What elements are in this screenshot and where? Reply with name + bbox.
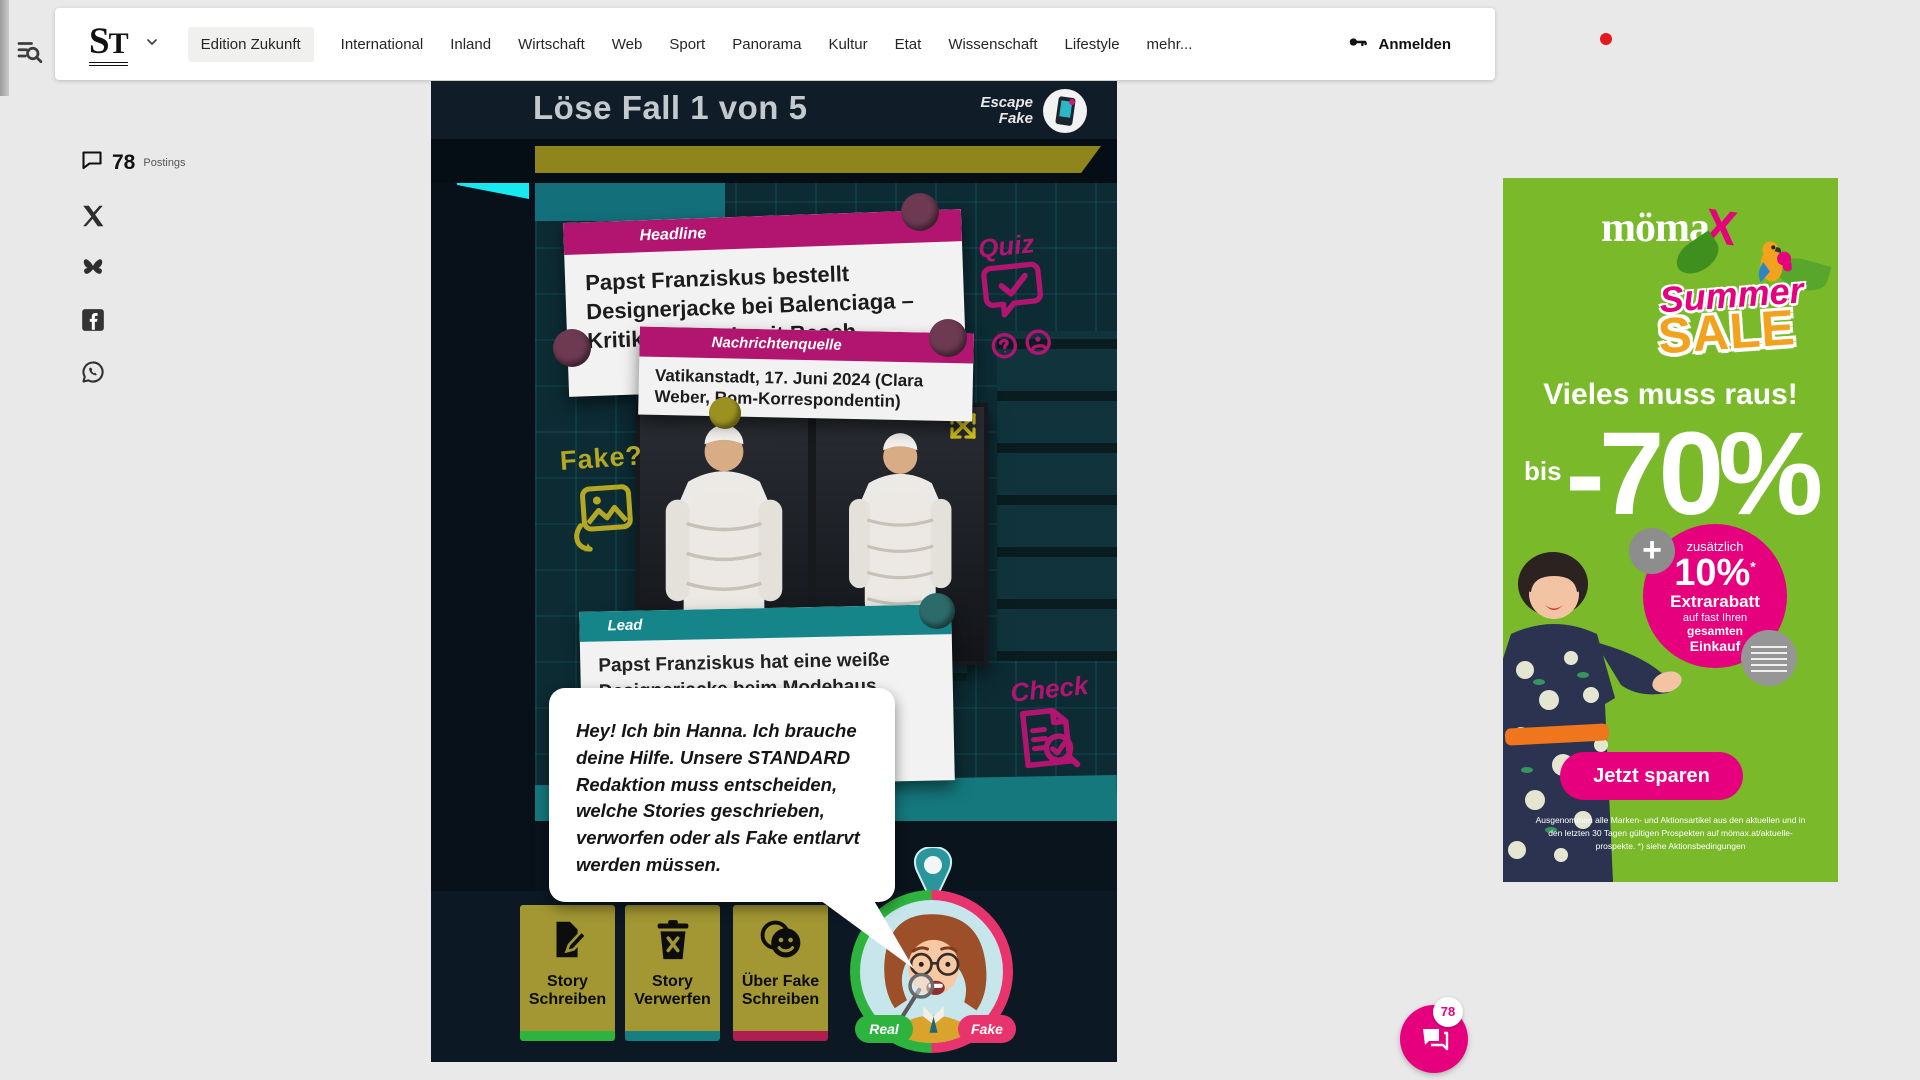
nav-item-panorama[interactable]: Panorama bbox=[732, 36, 801, 53]
extra-line3: Extrarabatt bbox=[1670, 592, 1760, 612]
ad-discount: bis-70% bbox=[1503, 418, 1838, 530]
check-group[interactable]: Check bbox=[1009, 669, 1109, 780]
ad-percent: -70% bbox=[1566, 408, 1817, 540]
image-check-icon bbox=[568, 480, 639, 558]
escape-fake-logo: Escape Fake bbox=[980, 87, 1089, 135]
fake-badge[interactable]: Fake bbox=[958, 1015, 1016, 1043]
nav-item-kultur[interactable]: Kultur bbox=[828, 36, 867, 53]
extra-line5: gesamten bbox=[1687, 624, 1743, 638]
real-badge[interactable]: Real bbox=[855, 1015, 913, 1043]
plus-icon: + bbox=[1629, 528, 1675, 574]
extra-line4: auf fast Ihren bbox=[1683, 612, 1747, 624]
notification-red-dot bbox=[1600, 33, 1612, 45]
circle-user-icon bbox=[1023, 327, 1054, 358]
comments-icon bbox=[80, 148, 104, 177]
summer-sale-badge: Summer SALE bbox=[1638, 230, 1837, 375]
share-facebook-icon[interactable] bbox=[80, 307, 106, 333]
nav-item-lifestyle[interactable]: Lifestyle bbox=[1065, 36, 1120, 53]
quiz-bubble-check-icon bbox=[980, 258, 1048, 324]
momax-ad-banner[interactable]: mömaX Summer SALE Vieles muss raus! bis-… bbox=[1503, 178, 1838, 882]
nav-item-etat[interactable]: Etat bbox=[895, 36, 922, 53]
news-source-card[interactable]: Nachrichtenquelle Vatikanstadt, 17. Juni… bbox=[638, 327, 974, 422]
action-dock: Story Schreiben Story Verwerfen Über Fak… bbox=[431, 891, 1117, 1062]
pin bbox=[919, 593, 955, 629]
write-story-button[interactable]: Story Schreiben bbox=[520, 905, 615, 1041]
escape-fake-game-embed: Löse Fall 1 von 5 Escape Fake Headline P… bbox=[431, 81, 1117, 1062]
extra-line2: 10%* bbox=[1674, 554, 1756, 592]
escape-fake-logo-line1: Escape bbox=[980, 95, 1033, 111]
login-button[interactable]: Anmelden bbox=[1347, 31, 1451, 57]
pin bbox=[929, 319, 967, 357]
game-title: Löse Fall 1 von 5 bbox=[533, 89, 807, 127]
comments-count-badge: 78 bbox=[1433, 997, 1463, 1027]
nav-item-international[interactable]: International bbox=[341, 36, 424, 53]
yellow-pin bbox=[709, 397, 741, 429]
nav-item-sport[interactable]: Sport bbox=[669, 36, 705, 53]
escape-fake-logo-mark bbox=[1041, 87, 1089, 135]
ad-legal-text: Ausgenommen alle Marken- und Aktionsarti… bbox=[1531, 814, 1810, 854]
nav-item-mehr[interactable]: mehr... bbox=[1147, 36, 1193, 53]
ad-bis: bis bbox=[1524, 456, 1562, 486]
key-icon bbox=[1347, 31, 1369, 57]
nav-item-web[interactable]: Web bbox=[612, 36, 643, 53]
quiz-group[interactable]: Quiz bbox=[977, 225, 1080, 362]
search-in-page-icon[interactable] bbox=[14, 36, 44, 66]
login-label: Anmelden bbox=[1378, 36, 1451, 53]
escape-fake-logo-line2: Fake bbox=[980, 111, 1033, 127]
standard-logo[interactable]: ST bbox=[89, 23, 128, 66]
news-source-text: Vatikanstadt, 17. Juni 2024 (Clara Weber… bbox=[638, 357, 973, 422]
extra-line6: Einkauf bbox=[1690, 638, 1741, 654]
circle-question-icon bbox=[989, 330, 1020, 361]
pin bbox=[553, 329, 591, 367]
postings-link[interactable]: 78 Postings bbox=[80, 148, 210, 177]
write-about-fake-label: Über Fake Schreiben bbox=[733, 973, 828, 1009]
nav-item-inland[interactable]: Inland bbox=[450, 36, 491, 53]
top-navbar: ST Edition Zukunft International Inland … bbox=[55, 8, 1495, 80]
nav-item-wirtschaft[interactable]: Wirtschaft bbox=[518, 36, 585, 53]
ad-cta-button[interactable]: Jetzt sparen bbox=[1560, 752, 1743, 800]
scene-shelf bbox=[997, 331, 1117, 661]
share-rail: 78 Postings bbox=[80, 148, 210, 385]
sale-word: SALE bbox=[1656, 298, 1797, 365]
postings-label: Postings bbox=[143, 157, 185, 169]
speech-bubble-tail bbox=[786, 881, 926, 971]
hanna-speech-bubble: Hey! Ich bin Hanna. Ich brauche deine Hi… bbox=[549, 688, 895, 902]
progress-bar bbox=[535, 146, 1101, 173]
scene-desk bbox=[535, 177, 725, 221]
left-edge-strip bbox=[0, 0, 9, 96]
discard-story-icon bbox=[650, 917, 696, 963]
pin bbox=[901, 193, 939, 231]
fake-question-label: Fake? bbox=[559, 440, 644, 477]
progress-track bbox=[431, 139, 1117, 183]
share-bluesky-icon[interactable] bbox=[80, 255, 106, 281]
nav-menu: Edition Zukunft International Inland Wir… bbox=[188, 27, 1193, 62]
share-whatsapp-icon[interactable] bbox=[80, 359, 106, 385]
forum-icon bbox=[1419, 1024, 1449, 1054]
check-clipboard-icon bbox=[1012, 702, 1083, 774]
hanna-speech-text: Hey! Ich bin Hanna. Ich brauche deine Hi… bbox=[576, 718, 868, 879]
discard-story-button[interactable]: Story Verwerfen bbox=[625, 905, 720, 1041]
chevron-down-icon[interactable] bbox=[144, 34, 160, 55]
write-story-icon bbox=[545, 917, 591, 963]
ad-headline: Vieles muss raus! bbox=[1503, 378, 1838, 412]
fine-print-bubble bbox=[1741, 630, 1797, 686]
nav-item-edition-zukunft[interactable]: Edition Zukunft bbox=[188, 27, 314, 62]
discard-story-label: Story Verwerfen bbox=[625, 973, 720, 1009]
nav-item-wissenschaft[interactable]: Wissenschaft bbox=[948, 36, 1037, 53]
fake-question-group[interactable]: Fake? bbox=[559, 440, 650, 564]
write-story-label: Story Schreiben bbox=[520, 973, 615, 1009]
postings-count: 78 bbox=[112, 151, 135, 175]
share-x-icon[interactable] bbox=[80, 203, 106, 229]
